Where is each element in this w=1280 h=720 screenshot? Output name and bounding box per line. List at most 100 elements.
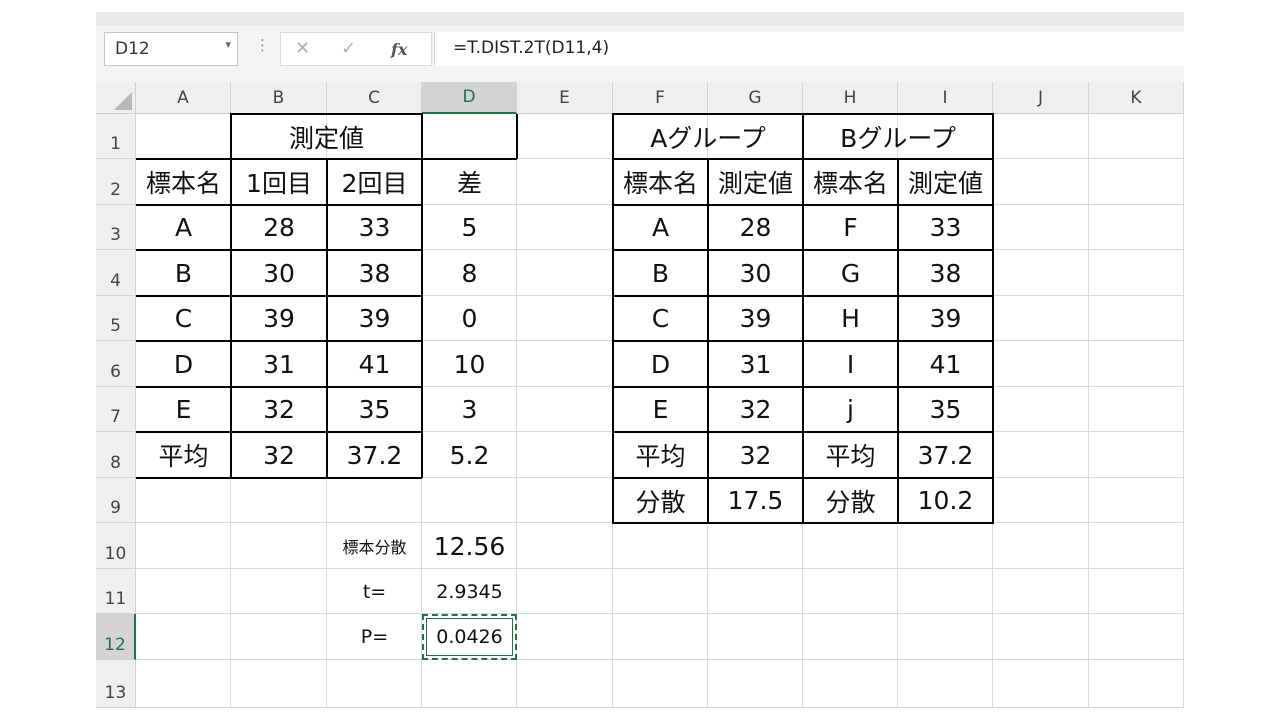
row-header-13[interactable]: 13: [96, 660, 136, 708]
cell-i8[interactable]: 37.2: [898, 432, 993, 478]
column-header-c[interactable]: C: [327, 82, 422, 114]
cell-g7[interactable]: 32: [708, 387, 803, 432]
row-header-3[interactable]: 3: [96, 205, 136, 250]
cell-i5[interactable]: 39: [898, 296, 993, 341]
cell-f9[interactable]: 分散: [613, 478, 708, 523]
cell-c3[interactable]: 33: [327, 205, 422, 250]
cell-f6[interactable]: D: [613, 341, 708, 387]
cell-h8[interactable]: 平均: [803, 432, 898, 478]
cell-a4[interactable]: B: [136, 250, 231, 296]
cell-d5[interactable]: 0: [422, 296, 517, 341]
cell-h3[interactable]: F: [803, 205, 898, 250]
cell-d8[interactable]: 5.2: [422, 432, 517, 478]
row-header-11[interactable]: 11: [96, 569, 136, 614]
cell-b5[interactable]: 39: [231, 296, 327, 341]
name-box[interactable]: D12 ▾: [104, 32, 238, 66]
cell-c12[interactable]: P=: [327, 614, 422, 660]
cell-i6[interactable]: 41: [898, 341, 993, 387]
cell-g8[interactable]: 32: [708, 432, 803, 478]
column-header-b[interactable]: B: [231, 82, 327, 114]
cell-c5[interactable]: 39: [327, 296, 422, 341]
column-header-i[interactable]: I: [898, 82, 993, 114]
cell-b4[interactable]: 30: [231, 250, 327, 296]
cell-i3[interactable]: 33: [898, 205, 993, 250]
cell-g6[interactable]: 31: [708, 341, 803, 387]
column-header-e[interactable]: E: [517, 82, 613, 114]
cell-c2[interactable]: 2回目: [327, 159, 422, 205]
cell-c4[interactable]: 38: [327, 250, 422, 296]
cell-g5[interactable]: 39: [708, 296, 803, 341]
cell-f4[interactable]: B: [613, 250, 708, 296]
cell-c8[interactable]: 37.2: [327, 432, 422, 478]
cell-d4[interactable]: 8: [422, 250, 517, 296]
cell-f8[interactable]: 平均: [613, 432, 708, 478]
chevron-down-icon[interactable]: ▾: [225, 38, 231, 51]
cell-c7[interactable]: 35: [327, 387, 422, 432]
column-header-a[interactable]: A: [136, 82, 231, 114]
cell-g4[interactable]: 30: [708, 250, 803, 296]
cell-h6[interactable]: I: [803, 341, 898, 387]
cell-f2[interactable]: 標本名: [613, 159, 708, 205]
cell-i7[interactable]: 35: [898, 387, 993, 432]
row-header-1[interactable]: 1: [96, 114, 136, 159]
cell-h1[interactable]: Bグループ: [803, 114, 993, 159]
cell-d7[interactable]: 3: [422, 387, 517, 432]
cell-d3[interactable]: 5: [422, 205, 517, 250]
cell-i4[interactable]: 38: [898, 250, 993, 296]
cell-a6[interactable]: D: [136, 341, 231, 387]
column-header-d[interactable]: D: [422, 82, 517, 114]
cell-d12[interactable]: 0.0426: [422, 614, 517, 660]
column-header-j[interactable]: J: [993, 82, 1089, 114]
cell-c11[interactable]: t=: [327, 569, 422, 614]
row-header-7[interactable]: 7: [96, 387, 136, 432]
column-header-g[interactable]: G: [708, 82, 803, 114]
cell-f5[interactable]: C: [613, 296, 708, 341]
row-header-8[interactable]: 8: [96, 432, 136, 478]
row-header-12[interactable]: 12: [96, 614, 136, 660]
cell-d10[interactable]: 12.56: [422, 523, 517, 569]
cell-a5[interactable]: C: [136, 296, 231, 341]
row-header-9[interactable]: 9: [96, 478, 136, 523]
cell-b3[interactable]: 28: [231, 205, 327, 250]
cell-d11[interactable]: 2.9345: [422, 569, 517, 614]
cell-c6[interactable]: 41: [327, 341, 422, 387]
cell-i2[interactable]: 測定値: [898, 159, 993, 205]
select-all-button[interactable]: [96, 82, 136, 114]
cell-b2[interactable]: 1回目: [231, 159, 327, 205]
cell-b7[interactable]: 32: [231, 387, 327, 432]
enter-icon[interactable]: ✓: [341, 38, 356, 59]
column-header-f[interactable]: F: [613, 82, 708, 114]
cell-h4[interactable]: G: [803, 250, 898, 296]
cell-h5[interactable]: H: [803, 296, 898, 341]
cell-h2[interactable]: 標本名: [803, 159, 898, 205]
row-header-6[interactable]: 6: [96, 341, 136, 387]
formula-input[interactable]: =T.DIST.2T(D11,4): [434, 32, 1184, 66]
cell-f1[interactable]: Aグループ: [613, 114, 803, 159]
cell-b6[interactable]: 31: [231, 341, 327, 387]
more-options-icon[interactable]: ⋮: [255, 36, 270, 54]
column-header-h[interactable]: H: [803, 82, 898, 114]
column-header-k[interactable]: K: [1089, 82, 1184, 114]
cell-d2[interactable]: 差: [422, 159, 517, 205]
cell-i9[interactable]: 10.2: [898, 478, 993, 523]
cell-d6[interactable]: 10: [422, 341, 517, 387]
cell-g3[interactable]: 28: [708, 205, 803, 250]
cell-g2[interactable]: 測定値: [708, 159, 803, 205]
row-header-5[interactable]: 5: [96, 296, 136, 341]
cell-g9[interactable]: 17.5: [708, 478, 803, 523]
cell-f7[interactable]: E: [613, 387, 708, 432]
cell-h7[interactable]: j: [803, 387, 898, 432]
cell-c10[interactable]: 標本分散: [327, 523, 422, 569]
insert-function-icon[interactable]: fx: [391, 40, 407, 59]
cell-b1[interactable]: 測定値: [231, 114, 422, 159]
cell-a3[interactable]: A: [136, 205, 231, 250]
row-header-2[interactable]: 2: [96, 159, 136, 205]
cell-a2[interactable]: 標本名: [136, 159, 231, 205]
cell-f3[interactable]: A: [613, 205, 708, 250]
cell-a8[interactable]: 平均: [136, 432, 231, 478]
cell-h9[interactable]: 分散: [803, 478, 898, 523]
cancel-icon[interactable]: ✕: [295, 38, 310, 59]
cell-b8[interactable]: 32: [231, 432, 327, 478]
cell-a7[interactable]: E: [136, 387, 231, 432]
row-header-4[interactable]: 4: [96, 250, 136, 296]
